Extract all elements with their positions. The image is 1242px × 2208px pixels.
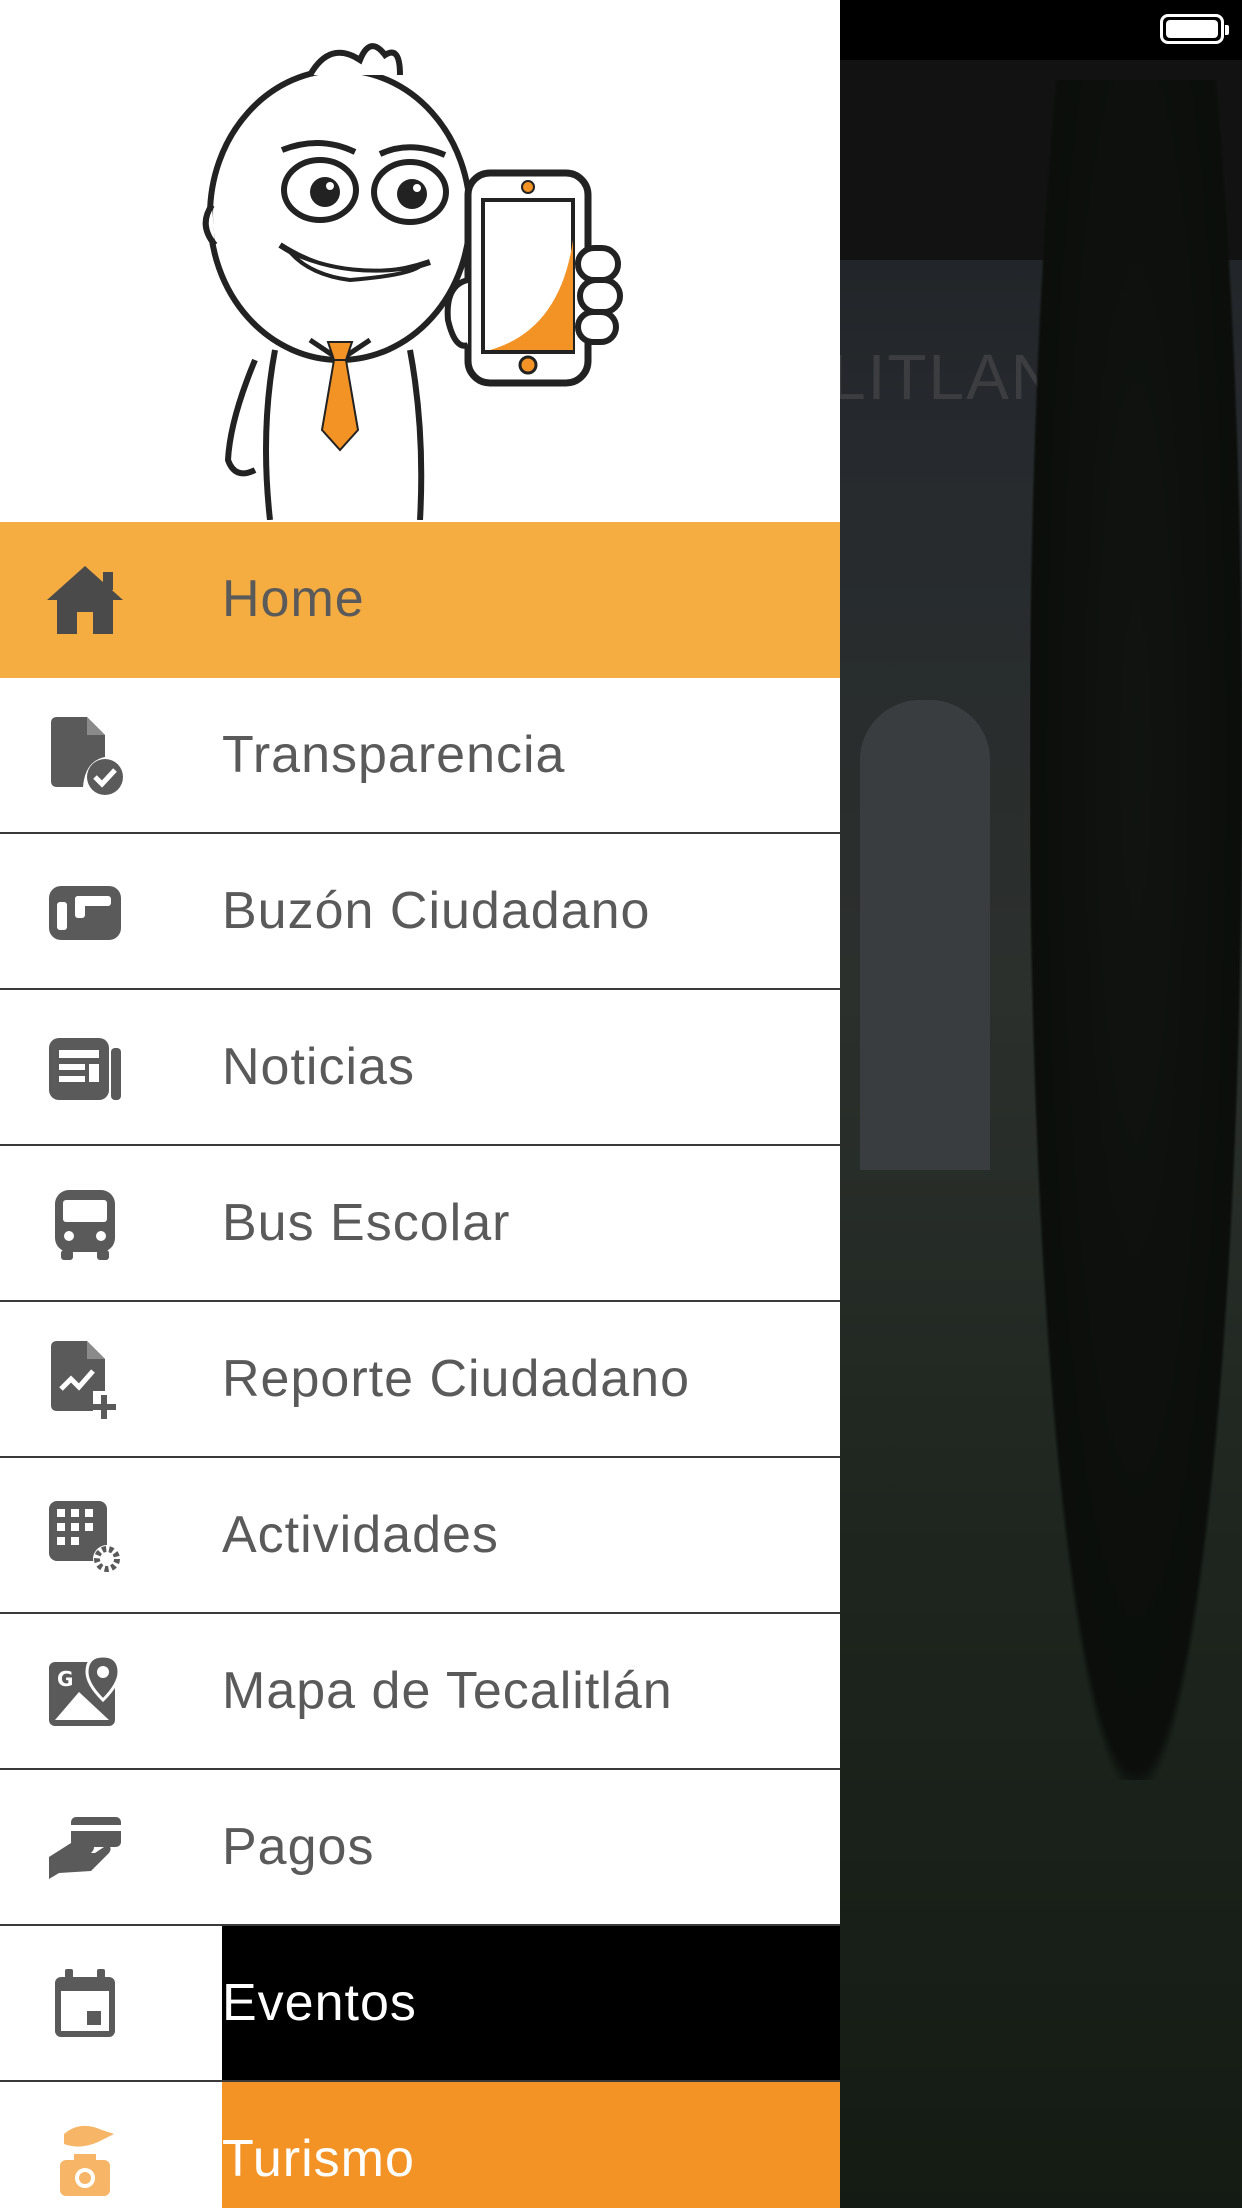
menu-item-home[interactable]: Home xyxy=(0,522,840,678)
battery-icon xyxy=(1160,14,1229,44)
svg-text:G: G xyxy=(57,1667,73,1691)
newspaper-icon xyxy=(40,1028,130,1108)
menu-item-label: Home xyxy=(222,570,365,628)
menu-item-eventos[interactable]: Eventos xyxy=(0,1926,840,2082)
menu-item-label: Reporte Ciudadano xyxy=(222,1350,690,1408)
mailbox-icon xyxy=(40,872,130,952)
menu-item-label: Pagos xyxy=(222,1818,375,1876)
calendar-icon xyxy=(40,1964,130,2044)
menu-item-label: Mapa de Tecalitlán xyxy=(222,1662,673,1720)
menu-item-label: Transparencia xyxy=(222,726,566,784)
menu-item-label: Noticias xyxy=(222,1038,415,1096)
menu-item-label: Bus Escolar xyxy=(222,1194,511,1252)
menu-item-mapa[interactable]: G Mapa de Tecalitlán xyxy=(0,1614,840,1770)
bus-icon xyxy=(40,1184,130,1264)
menu-item-noticias[interactable]: Noticias xyxy=(0,990,840,1146)
payments-icon xyxy=(40,1808,130,1888)
map-icon: G xyxy=(40,1652,130,1732)
mascot-logo xyxy=(202,43,623,520)
side-drawer: Home Transparencia Buzón Ciudadano Notic… xyxy=(0,0,840,2208)
menu-item-label: Buzón Ciudadano xyxy=(222,882,651,940)
menu-item-turismo[interactable]: Turismo xyxy=(0,2082,840,2208)
calendar-grid-icon xyxy=(40,1496,130,1576)
document-check-icon xyxy=(40,716,130,796)
menu-item-pagos[interactable]: Pagos xyxy=(0,1770,840,1926)
drawer-menu: Home Transparencia Buzón Ciudadano Notic… xyxy=(0,522,840,2208)
menu-item-label: Actividades xyxy=(222,1506,499,1564)
menu-item-reporte-ciudadano[interactable]: Reporte Ciudadano xyxy=(0,1302,840,1458)
document-add-icon xyxy=(40,1340,130,1420)
menu-item-bus-escolar[interactable]: Bus Escolar xyxy=(0,1146,840,1302)
tourist-icon xyxy=(40,2120,130,2200)
home-icon xyxy=(40,560,130,640)
menu-item-transparencia[interactable]: Transparencia xyxy=(0,678,840,834)
menu-item-label: Eventos xyxy=(222,1974,417,2032)
menu-item-label: Turismo xyxy=(222,2130,415,2188)
menu-item-buzon-ciudadano[interactable]: Buzón Ciudadano xyxy=(0,834,840,990)
drawer-header xyxy=(0,0,840,522)
menu-item-actividades[interactable]: Actividades xyxy=(0,1458,840,1614)
